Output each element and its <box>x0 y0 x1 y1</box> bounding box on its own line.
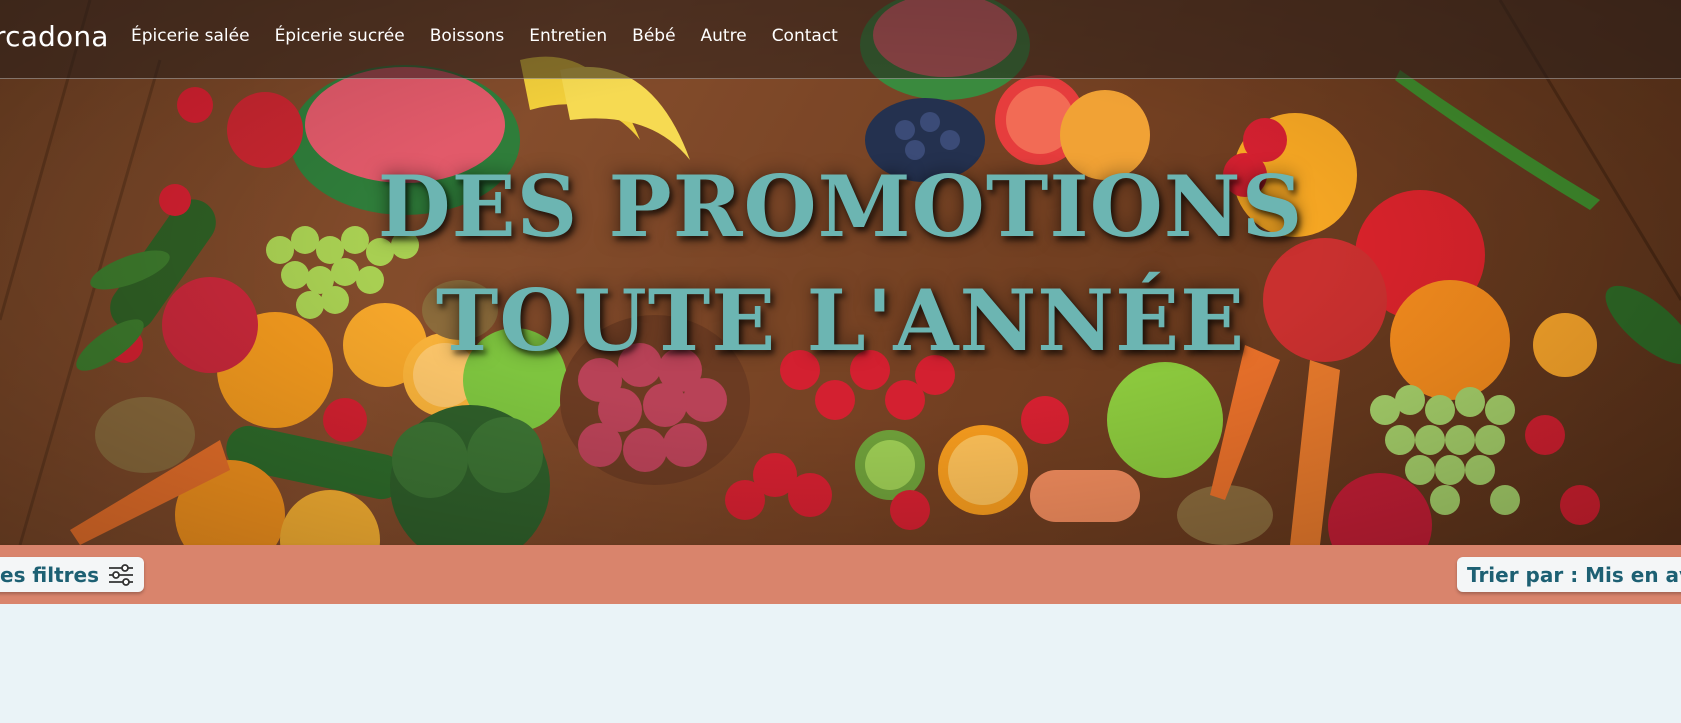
nav-item-epicerie-sucree[interactable]: Épicerie sucrée <box>275 26 405 46</box>
hero-title: DES PROMOTIONS TOUTE L'ANNÉE <box>0 150 1681 378</box>
hero-banner: DES PROMOTIONS TOUTE L'ANNÉE <box>0 0 1681 545</box>
nav-item-bebe[interactable]: Bébé <box>632 26 675 46</box>
nav-item-epicerie-salee[interactable]: Épicerie salée <box>131 26 250 46</box>
main-menu: Épicerie salée Épicerie sucrée Boissons … <box>131 26 863 46</box>
nav-item-contact[interactable]: Contact <box>772 26 838 46</box>
brand-logo-link[interactable]: rcadona <box>0 20 109 53</box>
sort-dropdown-label: Trier par : Mis en ava <box>1467 562 1681 587</box>
product-list-area <box>0 604 1681 723</box>
nav-item-entretien[interactable]: Entretien <box>529 26 607 46</box>
filters-button[interactable]: es filtres <box>0 557 145 592</box>
nav-item-autre[interactable]: Autre <box>701 26 747 46</box>
hero-title-line-1: DES PROMOTIONS <box>377 157 1304 256</box>
hero-title-line-2: TOUTE L'ANNÉE <box>435 271 1246 370</box>
filters-button-label: es filtres <box>0 562 100 587</box>
filter-bar: es filtres Trier par : Mis en ava <box>0 545 1681 604</box>
nav-item-boissons[interactable]: Boissons <box>430 26 505 46</box>
sliders-icon <box>109 563 134 586</box>
top-navigation-bar: rcadona Épicerie salée Épicerie sucrée B… <box>0 0 1681 79</box>
sort-dropdown[interactable]: Trier par : Mis en ava <box>1457 557 1681 592</box>
